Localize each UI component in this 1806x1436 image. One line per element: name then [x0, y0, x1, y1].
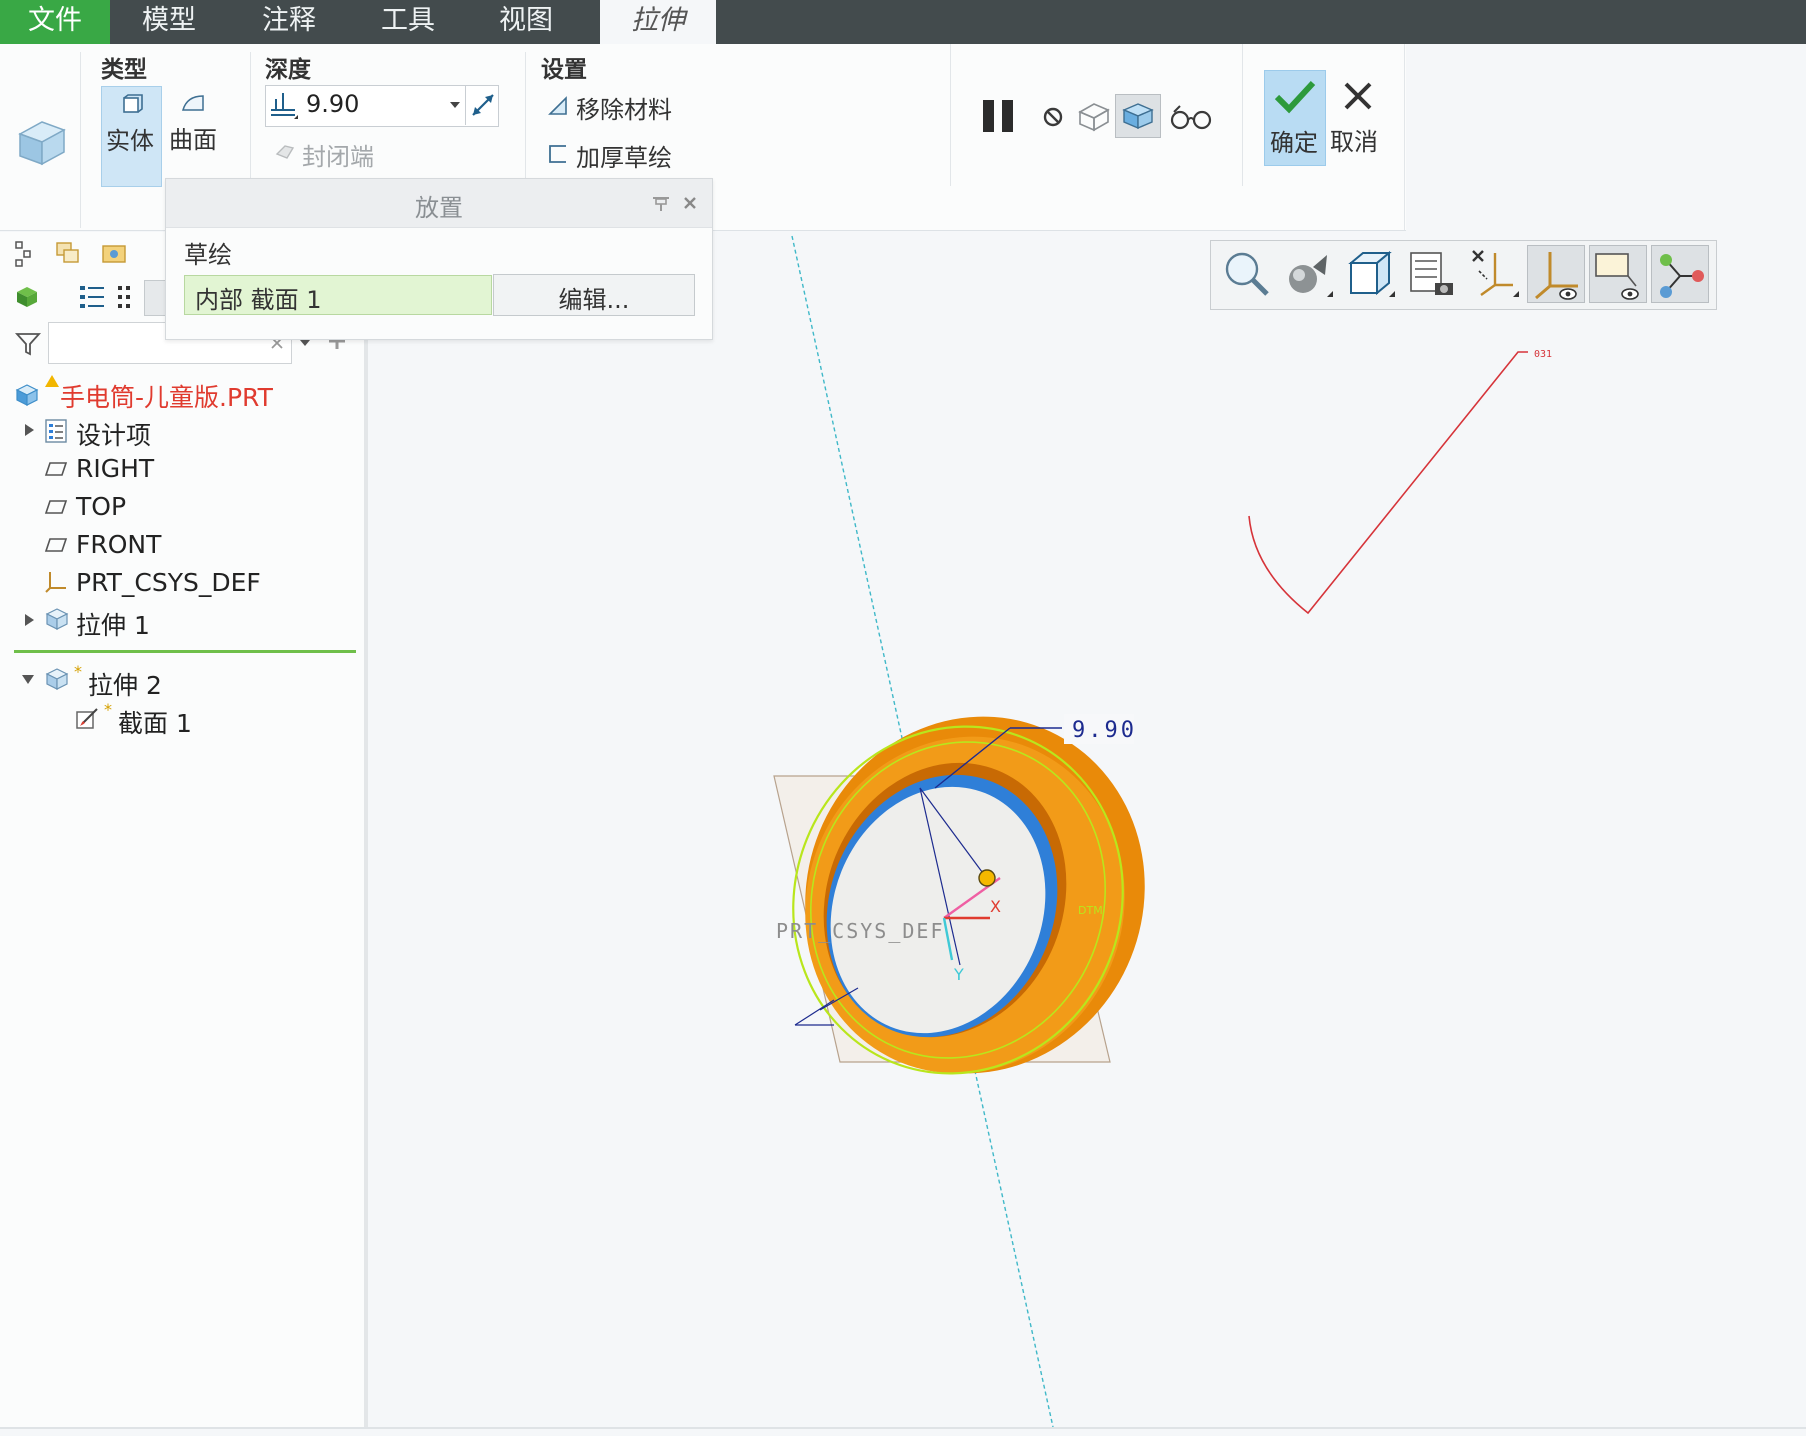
show-icon[interactable] [14, 284, 40, 310]
checkmark-icon [1274, 80, 1316, 114]
model-tree-panel: 手电筒-儿童版.PRT 设计项 RIGHT TOP FRONT PRT_CSYS… [0, 232, 368, 1427]
no-preview-icon[interactable] [1040, 104, 1066, 130]
tree-item-extrude-1[interactable]: 拉伸 1 [76, 606, 150, 642]
separator [80, 52, 81, 228]
cancel-label: 取消 [1330, 128, 1378, 156]
capped-ends-icon [275, 145, 295, 159]
insert-here-marker[interactable] [14, 650, 356, 653]
tree-root-part[interactable]: 手电筒-儿童版.PRT [60, 378, 273, 414]
tree-item-csys[interactable]: PRT_CSYS_DEF [76, 568, 261, 597]
menu-tools[interactable]: 工具 [357, 0, 459, 44]
graphics-viewport[interactable]: 031 9.90 X Y PRT_CSYS_DEF DTM [368, 232, 1806, 1427]
close-icon[interactable] [682, 195, 698, 211]
menu-annotate[interactable]: 注释 [238, 0, 340, 44]
tree-item-extrude-2[interactable]: 拉伸 2 [88, 666, 162, 702]
pin-icon[interactable] [650, 193, 672, 213]
flip-direction-button[interactable] [465, 85, 498, 125]
tree-item-design-items[interactable]: 设计项 [76, 416, 151, 452]
surface-icon [182, 95, 204, 111]
datum-plane-icon [44, 538, 68, 552]
sketch-icon [76, 708, 98, 729]
thicken-sketch-label: 加厚草绘 [576, 144, 672, 172]
tree-filters-icon[interactable] [78, 282, 106, 312]
remove-material-button[interactable]: 移除材料 [546, 90, 706, 126]
thicken-sketch-icon [549, 145, 566, 163]
layers-icon[interactable] [54, 240, 82, 266]
menu-bar: 文件 模型 注释 工具 视图 拉伸 [0, 0, 1806, 44]
preview-mesh-icon[interactable] [1076, 100, 1112, 132]
extrude-feature-icon [18, 121, 66, 166]
surface-button[interactable]: 曲面 [163, 86, 223, 185]
preview-solid-button[interactable] [1115, 94, 1161, 138]
separator [1242, 44, 1243, 186]
model-tree-icon[interactable] [14, 240, 36, 268]
surface-label: 曲面 [169, 126, 217, 154]
tree-columns-icon[interactable] [116, 282, 134, 312]
expand-arrow-icon[interactable] [22, 612, 36, 628]
tree-item-section-1[interactable]: 截面 1 [118, 704, 192, 740]
warning-icon [45, 375, 59, 387]
depth-input-box[interactable] [265, 85, 499, 127]
depth-dimension-value[interactable]: 9.90 [1072, 718, 1137, 743]
depth-value-input[interactable]: 9.90 [306, 90, 359, 118]
tree-item-front[interactable]: FRONT [76, 530, 161, 559]
datum-curve [1248, 351, 1528, 615]
settings-group-title: 设置 [541, 57, 587, 83]
pause-icon[interactable] [980, 96, 1018, 136]
separator [250, 52, 251, 188]
glasses-icon[interactable] [1168, 100, 1214, 134]
design-items-icon [45, 419, 67, 443]
remove-material-icon [548, 96, 567, 115]
extrude-icon [45, 608, 69, 630]
csys-x-label: X [990, 897, 1001, 916]
plane-tag-label: DTM [1078, 904, 1103, 917]
status-divider [0, 1427, 1806, 1429]
placement-panel-title: 放置 [415, 194, 463, 222]
remove-material-label: 移除材料 [576, 96, 672, 124]
sketch-label: 草绘 [184, 241, 232, 269]
menu-model[interactable]: 模型 [118, 0, 220, 44]
tree-item-right[interactable]: RIGHT [76, 454, 154, 483]
ok-button[interactable]: 确定 [1264, 70, 1326, 166]
curve-tag-label: 031 [1534, 349, 1552, 360]
part-icon [15, 384, 39, 406]
new-feature-marker: * [104, 700, 112, 719]
menu-view[interactable]: 视图 [475, 0, 577, 44]
separator [950, 44, 951, 186]
datum-plane-icon [44, 500, 68, 514]
menu-extrude-tab[interactable]: 拉伸 [600, 0, 716, 44]
separator [1404, 44, 1405, 230]
flip-direction-icon [472, 94, 494, 116]
ok-label: 确定 [1270, 129, 1318, 157]
folder-icon[interactable] [100, 240, 128, 266]
csys-y-label: Y [953, 965, 964, 984]
depth-group-title: 深度 [265, 57, 311, 83]
blind-depth-icon[interactable] [268, 90, 300, 120]
sketch-collector-value: 内部 截面 1 [195, 286, 322, 314]
separator [525, 52, 526, 188]
preview-solid-icon [1122, 103, 1154, 130]
close-icon [1344, 82, 1372, 110]
new-feature-marker: * [74, 662, 82, 681]
solid-icon [123, 94, 143, 113]
menu-file[interactable]: 文件 [0, 0, 110, 44]
extrude-icon [45, 668, 69, 690]
tree-item-top[interactable]: TOP [76, 492, 126, 521]
type-group-title: 类型 [101, 57, 147, 83]
datum-plane-icon [44, 462, 68, 476]
placement-panel-header: 放置 [166, 179, 712, 228]
solid-button[interactable]: 实体 [101, 86, 162, 187]
solid-label: 实体 [106, 127, 154, 155]
cancel-button[interactable]: 取消 [1328, 70, 1388, 164]
filter-icon[interactable] [14, 330, 42, 358]
collapse-arrow-icon[interactable] [20, 672, 36, 686]
csys-name-label: PRT_CSYS_DEF [776, 919, 945, 943]
coordinate-system-icon [45, 572, 66, 593]
expand-arrow-icon[interactable] [22, 422, 36, 438]
capped-ends-label: 封闭端 [302, 143, 374, 171]
depth-drag-handle[interactable] [978, 869, 996, 887]
chevron-down-icon[interactable] [448, 98, 462, 112]
thicken-sketch-button[interactable]: 加厚草绘 [546, 138, 706, 174]
